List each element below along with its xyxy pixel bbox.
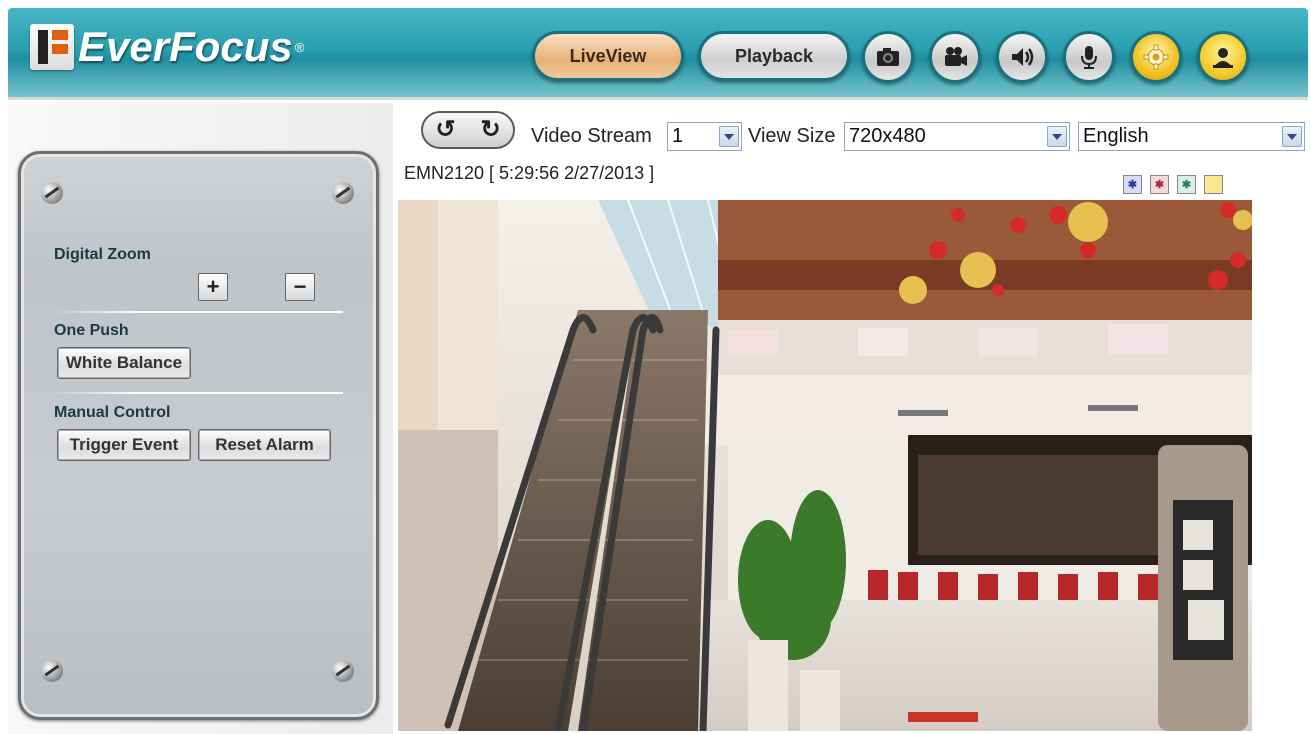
view-size-value: 720x480 xyxy=(849,125,926,147)
chevron-down-icon xyxy=(1047,126,1067,147)
status-icon-group: ✱ ✱ ✱ xyxy=(1123,175,1223,194)
alarm-motion-icon[interactable]: ✱ xyxy=(1150,175,1169,194)
white-balance-button[interactable]: White Balance xyxy=(57,347,191,379)
microphone-icon xyxy=(1081,46,1097,69)
brand-logo: EverFocus ® xyxy=(30,22,304,72)
video-stream-select[interactable]: 1 xyxy=(667,122,742,151)
video-stream-value: 1 xyxy=(672,125,684,147)
live-video-feed[interactable] xyxy=(398,200,1252,731)
brand-name: EverFocus xyxy=(78,23,293,70)
trigger-event-button[interactable]: Trigger Event xyxy=(57,429,191,461)
logout-icon xyxy=(1213,48,1233,68)
digital-zoom-label: Digital Zoom xyxy=(54,246,151,263)
snapshot-button[interactable] xyxy=(862,31,914,83)
reset-alarm-button[interactable]: Reset Alarm xyxy=(198,429,331,461)
rotate-right-button[interactable]: ↻ xyxy=(480,118,500,142)
view-size-select[interactable]: 720x480 xyxy=(844,122,1070,151)
motion-detect-icon[interactable]: ✱ xyxy=(1123,175,1142,194)
settings-button[interactable] xyxy=(1130,31,1182,83)
section-divider xyxy=(51,392,343,394)
chevron-down-icon xyxy=(719,126,739,147)
one-push-label: One Push xyxy=(54,322,129,339)
app-root: EverFocus ® LiveView Playback Digital Zo… xyxy=(0,0,1311,734)
language-select[interactable]: English xyxy=(1078,122,1305,151)
screw-icon xyxy=(41,660,63,682)
audio-out-button[interactable] xyxy=(996,31,1048,83)
camera-title: EMN2120 [ 5:29:56 2/27/2013 ] xyxy=(404,163,655,183)
rotate-left-button[interactable]: ↺ xyxy=(435,118,455,142)
zoom-in-button[interactable]: + xyxy=(198,273,228,301)
view-size-label: View Size xyxy=(748,125,836,147)
manual-control-label: Manual Control xyxy=(54,404,171,421)
language-value: English xyxy=(1083,125,1149,147)
logout-button[interactable] xyxy=(1197,31,1249,83)
liveview-button[interactable]: LiveView xyxy=(532,31,684,81)
brand-logo-mark xyxy=(30,24,74,70)
video-record-icon xyxy=(945,47,967,66)
screw-icon xyxy=(41,182,63,204)
speaker-icon xyxy=(1012,48,1034,66)
camera-snapshot-icon xyxy=(877,48,899,66)
screw-icon xyxy=(332,182,354,204)
playback-button[interactable]: Playback xyxy=(698,31,850,81)
audio-in-button[interactable] xyxy=(1063,31,1115,83)
section-divider xyxy=(51,311,343,313)
settings-gear-icon xyxy=(1143,44,1169,70)
video-stream-label: Video Stream xyxy=(531,125,652,147)
brand-registered-mark: ® xyxy=(294,39,305,55)
event-motion-icon[interactable]: ✱ xyxy=(1177,175,1196,194)
zoom-out-button[interactable]: − xyxy=(285,273,315,301)
mall-interior-scene xyxy=(398,200,1252,731)
screw-icon xyxy=(332,660,354,682)
chevron-down-icon xyxy=(1282,126,1302,147)
record-button[interactable] xyxy=(929,31,981,83)
light-icon[interactable] xyxy=(1204,175,1223,194)
rotate-button-group: ↺ ↻ xyxy=(421,111,515,149)
control-panel: Digital Zoom + − One Push White Balance … xyxy=(18,151,379,720)
header-divider xyxy=(8,97,1308,100)
